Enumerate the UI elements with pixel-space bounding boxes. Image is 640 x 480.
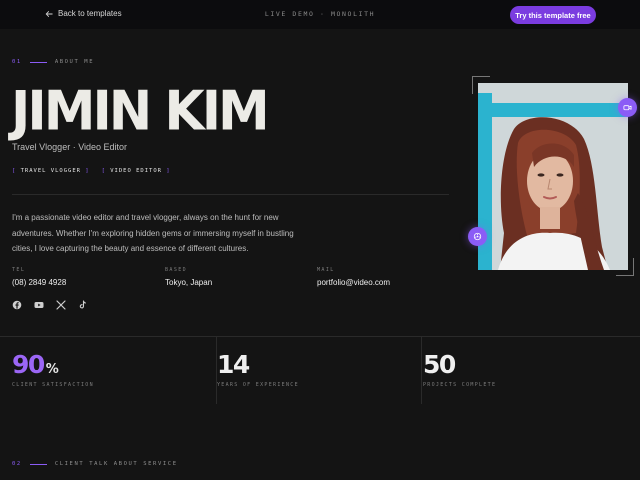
stat-label: PROJECTS COMPLETE — [423, 382, 497, 388]
info-value: (08) 2849 4928 — [12, 278, 67, 287]
stats-divider — [0, 336, 640, 337]
tiktok-icon[interactable] — [78, 300, 88, 310]
info-tel: TEL (08) 2849 4928 — [12, 267, 66, 287]
video-camera-badge[interactable] — [618, 98, 637, 117]
stat-number: 90% — [12, 350, 59, 379]
stats-separator — [421, 337, 422, 404]
tag-travel-vlogger: [ TRAVEL VLOGGER ] — [12, 168, 90, 174]
info-based: BASED Tokyo, Japan — [165, 267, 212, 287]
section-number: 01 — [12, 59, 22, 65]
divider — [12, 194, 449, 195]
facebook-icon[interactable] — [12, 300, 22, 310]
try-template-button[interactable]: Try this template free — [510, 6, 596, 24]
stat-label: CLIENT SATISFACTION — [12, 382, 94, 388]
role-tags: [ TRAVEL VLOGGER ] [ VIDEO EDITOR ] — [12, 168, 171, 174]
stat-label: YEARS OF EXPERIENCE — [217, 382, 299, 388]
stat-years-experience: 14 YEARS OF EXPERIENCE — [217, 350, 299, 388]
profile-photo — [478, 83, 628, 270]
social-links — [12, 300, 88, 310]
stat-number: 50 — [423, 350, 456, 379]
bio-text: I'm a passionate video editor and travel… — [12, 213, 294, 253]
stat-client-satisfaction: 90% CLIENT SATISFACTION — [12, 350, 94, 388]
hero-name: JIMIN KIM — [11, 80, 270, 143]
testimonials-section-label: 02 CLIENT TALK ABOUT SERVICE — [12, 461, 178, 467]
youtube-icon[interactable] — [34, 300, 44, 310]
info-label: MAIL — [317, 267, 335, 273]
section-line — [29, 61, 47, 63]
hero-role: Travel Vlogger · Video Editor — [12, 142, 128, 152]
stat-number: 14 — [217, 350, 250, 379]
section-number: 02 — [12, 461, 22, 467]
film-reel-badge[interactable] — [468, 227, 487, 246]
portrait-illustration — [478, 83, 628, 270]
section-title: ABOUT ME — [54, 59, 95, 65]
info-value[interactable]: portfolio@video.com — [317, 278, 390, 287]
top-bar: Back to templates LIVE DEMO · MONOLITH T… — [0, 0, 640, 29]
tag-video-editor: [ VIDEO EDITOR ] — [101, 168, 171, 174]
about-section-label: 01 ABOUT ME — [12, 59, 94, 65]
x-icon[interactable] — [56, 300, 66, 310]
film-reel-icon — [473, 232, 482, 241]
info-label: BASED — [165, 267, 188, 273]
section-line — [29, 463, 47, 465]
info-value: Tokyo, Japan — [165, 278, 213, 287]
video-camera-icon — [623, 105, 632, 111]
info-label: TEL — [12, 267, 26, 273]
section-title: CLIENT TALK ABOUT SERVICE — [54, 461, 178, 467]
info-mail: MAIL portfolio@video.com — [317, 267, 390, 287]
stat-projects-complete: 50 PROJECTS COMPLETE — [423, 350, 496, 388]
